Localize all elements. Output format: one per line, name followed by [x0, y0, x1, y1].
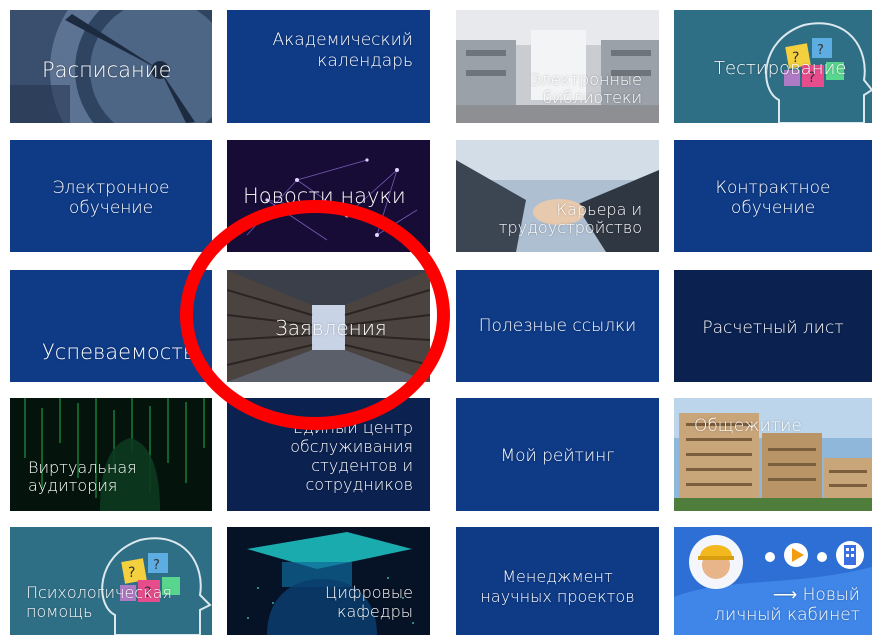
- tile-payslip[interactable]: Расчетный лист: [674, 270, 872, 382]
- tile-career-label-1: Карьера и: [556, 200, 642, 219]
- tile-career-label-2: трудоустройство: [498, 218, 642, 237]
- tile-service-center-label-2: обслуживания: [290, 437, 413, 456]
- tile-virtual-classroom[interactable]: Виртуальная аудитория: [10, 398, 212, 511]
- tile-service-center[interactable]: Единый центр обслуживания студентов и со…: [227, 398, 430, 511]
- arrow-right-icon: ⟶: [772, 585, 798, 605]
- tile-service-center-label-4: сотрудников: [305, 475, 414, 494]
- tile-dormitory[interactable]: Общежитие: [674, 398, 872, 511]
- tile-science-news[interactable]: Новости науки: [227, 140, 430, 252]
- tile-research-management-label-1: Менеджмент: [502, 567, 613, 586]
- tile-research-management[interactable]: Менеджмент научных проектов: [456, 527, 659, 635]
- tile-virtual-classroom-label-1: Виртуальная: [28, 458, 137, 477]
- tile-academic-calendar-label-2: календарь: [317, 51, 413, 71]
- tile-research-management-label-2: научных проектов: [480, 587, 635, 606]
- tile-contract-learning[interactable]: Контрактное обучение: [674, 140, 872, 252]
- tile-e-libraries-label-1: Электронные: [529, 70, 642, 89]
- tile-service-center-label-3: студентов и: [311, 456, 413, 475]
- tile-my-rating[interactable]: Мой рейтинг: [456, 398, 659, 511]
- tile-testing[interactable]: ? ? ? Тестирование: [674, 10, 872, 123]
- tile-schedule-label: Расписание: [42, 58, 172, 82]
- tile-useful-links[interactable]: Полезные ссылки: [456, 270, 659, 382]
- tile-digital-departments[interactable]: Цифровые кафедры: [227, 527, 430, 635]
- tile-schedule[interactable]: Расписание: [10, 10, 212, 123]
- tile-dormitory-label: Общежитие: [694, 416, 802, 436]
- tile-useful-links-label: Полезные ссылки: [478, 316, 637, 336]
- tile-e-learning-label-1: Электронное: [52, 178, 170, 198]
- tile-career[interactable]: Карьера и трудоустройство: [456, 140, 659, 252]
- tile-digital-departments-label-2: кафедры: [336, 602, 413, 621]
- tile-e-libraries[interactable]: Электронные библиотеки: [456, 10, 659, 123]
- tile-virtual-classroom-label-2: аудитория: [28, 476, 118, 495]
- tile-new-cabinet-label-2: личный кабинет: [714, 605, 860, 625]
- tile-e-libraries-label-2: библиотеки: [542, 88, 642, 107]
- tile-testing-label: Тестирование: [714, 58, 847, 79]
- tile-my-rating-label: Мой рейтинг: [500, 446, 615, 466]
- tile-service-center-label-1: Единый центр: [293, 418, 413, 437]
- svg-text:?: ?: [128, 565, 135, 581]
- tile-applications-label: Заявления: [275, 316, 387, 340]
- tile-performance[interactable]: Успеваемость: [10, 270, 212, 382]
- tile-science-news-label: Новости науки: [243, 184, 406, 208]
- tile-performance-label: Успеваемость: [42, 340, 196, 364]
- tile-contract-learning-label-1: Контрактное: [715, 178, 831, 198]
- tile-psych-help-label-1: Психологическая: [26, 583, 172, 602]
- svg-text:?: ?: [817, 43, 824, 58]
- tile-payslip-label: Расчетный лист: [702, 318, 844, 338]
- tile-new-cabinet-label-1: ⟶ Новый: [773, 587, 860, 604]
- tile-academic-calendar[interactable]: Академический календарь: [227, 10, 430, 123]
- tile-digital-departments-label-1: Цифровые: [324, 583, 413, 602]
- tile-psych-help-label-2: помощь: [26, 602, 93, 621]
- tile-applications[interactable]: Заявления: [227, 270, 430, 382]
- svg-text:?: ?: [153, 558, 160, 573]
- tile-e-learning[interactable]: Электронное обучение: [10, 140, 212, 252]
- tile-academic-calendar-label-1: Академический: [272, 30, 413, 50]
- tile-psych-help[interactable]: ? ? ? Психологическая помощь: [10, 527, 212, 635]
- tile-contract-learning-label-2: обучение: [730, 198, 816, 218]
- tile-e-learning-label-2: обучение: [68, 198, 154, 218]
- dormitory-building-image: [674, 398, 872, 511]
- tile-new-cabinet[interactable]: ⟶ Новый личный кабинет: [674, 527, 872, 635]
- tile-new-cabinet-label-1-text: Новый: [802, 585, 860, 605]
